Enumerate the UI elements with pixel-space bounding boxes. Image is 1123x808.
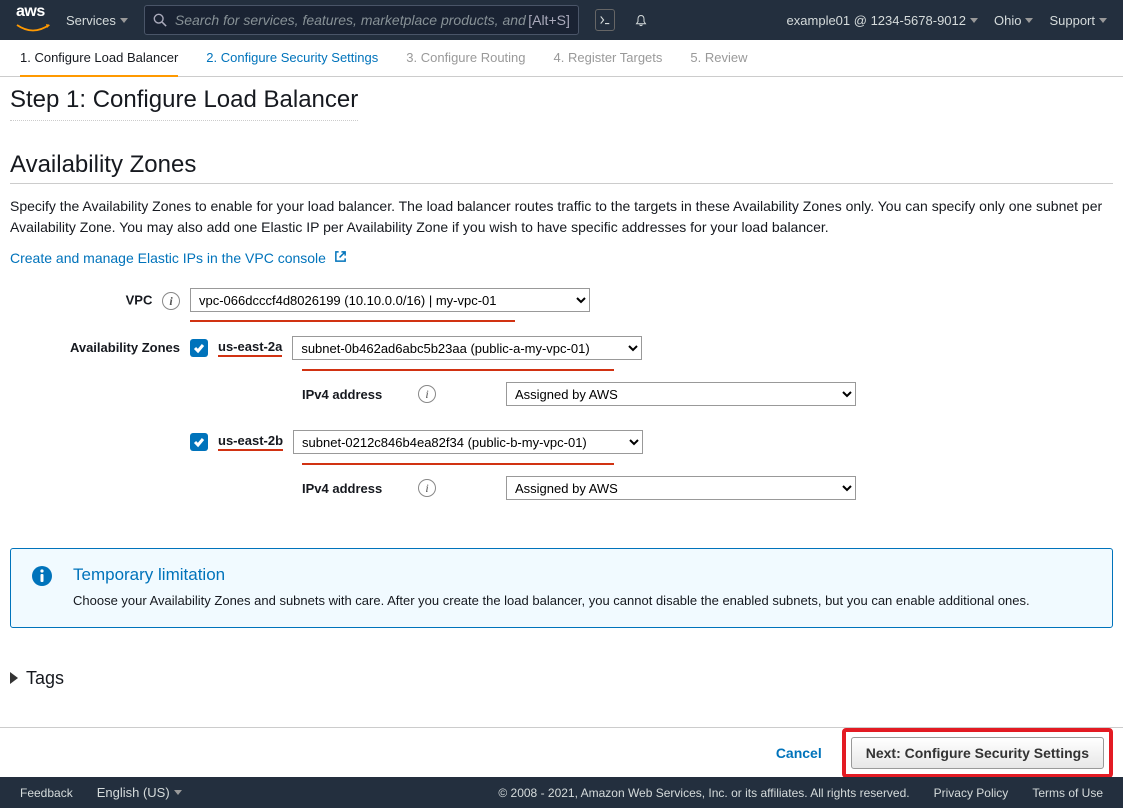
az-checkbox[interactable] (190, 433, 208, 451)
caret-right-icon (10, 672, 18, 684)
section-description: Specify the Availability Zones to enable… (10, 196, 1113, 238)
info-icon[interactable]: i (418, 385, 436, 403)
eip-console-link[interactable]: Create and manage Elastic IPs in the VPC… (10, 250, 347, 266)
wizard-tab-5: 5. Review (690, 50, 747, 76)
feedback-link[interactable]: Feedback (20, 786, 73, 800)
info-alert: Temporary limitation Choose your Availab… (10, 548, 1113, 628)
vpc-row: VPC i vpc-066dcccf4d8026199 (10.10.0.0/1… (10, 288, 1113, 328)
aws-smile-icon (16, 24, 50, 34)
az-row: Availability Zones us-east-2a subnet-0b4… (10, 336, 1113, 524)
alert-body: Choose your Availability Zones and subne… (73, 591, 1030, 611)
terms-link[interactable]: Terms of Use (1032, 786, 1103, 800)
ipv4-select[interactable]: Assigned by AWS (506, 476, 856, 500)
caret-down-icon (1099, 18, 1107, 23)
services-menu[interactable]: Services (66, 13, 128, 28)
search-icon (153, 13, 167, 27)
az-zone-b: us-east-2b subnet-0212c846b4ea82f34 (pub… (190, 430, 1113, 454)
ipv4-select[interactable]: Assigned by AWS (506, 382, 856, 406)
wizard-steps: 1. Configure Load Balancer 2. Configure … (0, 40, 1123, 77)
aws-logo[interactable]: aws (16, 3, 50, 37)
wizard-tab-1[interactable]: 1. Configure Load Balancer (20, 50, 178, 77)
account-menu[interactable]: example01 @ 1234-5678-9012 (787, 13, 978, 28)
global-footer: Feedback English (US) © 2008 - 2021, Ama… (0, 777, 1123, 808)
ipv4-label: IPv4 address (302, 481, 402, 496)
language-selector[interactable]: English (US) (97, 785, 182, 800)
az-name: us-east-2a (218, 339, 282, 357)
main-content: Step 1: Configure Load Balancer Availabi… (0, 78, 1123, 740)
info-icon (31, 565, 53, 611)
info-icon[interactable]: i (418, 479, 436, 497)
cancel-button[interactable]: Cancel (776, 745, 822, 761)
az-name: us-east-2b (218, 433, 283, 451)
wizard-action-bar: Cancel Next: Configure Security Settings (0, 727, 1123, 777)
notifications-icon[interactable] (631, 10, 651, 30)
copyright-text: © 2008 - 2021, Amazon Web Services, Inc.… (498, 786, 909, 800)
tags-section[interactable]: Tags (10, 658, 1113, 699)
search-placeholder: Search for services, features, marketpla… (175, 12, 526, 28)
wizard-tab-4: 4. Register Targets (554, 50, 663, 76)
external-link-icon (334, 250, 347, 266)
subnet-select[interactable]: subnet-0212c846b4ea82f34 (public-b-my-vp… (293, 430, 643, 454)
ipv4-label: IPv4 address (302, 387, 402, 402)
wizard-tab-2[interactable]: 2. Configure Security Settings (206, 50, 378, 76)
search-shortcut: [Alt+S] (528, 12, 570, 28)
az-zone-a: us-east-2a subnet-0b462ad6abc5b23aa (pub… (190, 336, 1113, 360)
info-icon[interactable]: i (162, 292, 180, 310)
next-button[interactable]: Next: Configure Security Settings (851, 737, 1104, 769)
caret-down-icon (1025, 18, 1033, 23)
ipv4-row: IPv4 address i Assigned by AWS (302, 476, 1113, 500)
caret-down-icon (174, 790, 182, 795)
ipv4-row: IPv4 address i Assigned by AWS (302, 382, 1113, 406)
alert-title: Temporary limitation (73, 565, 1030, 585)
section-title-az: Availability Zones (10, 151, 1113, 184)
az-label: Availability Zones (10, 336, 190, 355)
az-checkbox[interactable] (190, 339, 208, 357)
highlight-box: Next: Configure Security Settings (842, 728, 1113, 778)
subnet-select[interactable]: subnet-0b462ad6abc5b23aa (public-a-my-vp… (292, 336, 642, 360)
region-menu[interactable]: Ohio (994, 13, 1033, 28)
vpc-label: VPC (126, 293, 153, 308)
wizard-tab-3: 3. Configure Routing (406, 50, 525, 76)
support-menu[interactable]: Support (1049, 13, 1107, 28)
tags-label: Tags (26, 668, 64, 689)
step-title: Step 1: Configure Load Balancer (10, 78, 358, 121)
top-navigation: aws Services Search for services, featur… (0, 0, 1123, 40)
caret-down-icon (120, 18, 128, 23)
caret-down-icon (970, 18, 978, 23)
global-search[interactable]: Search for services, features, marketpla… (144, 5, 579, 35)
cloudshell-icon[interactable] (595, 9, 615, 31)
privacy-link[interactable]: Privacy Policy (934, 786, 1009, 800)
